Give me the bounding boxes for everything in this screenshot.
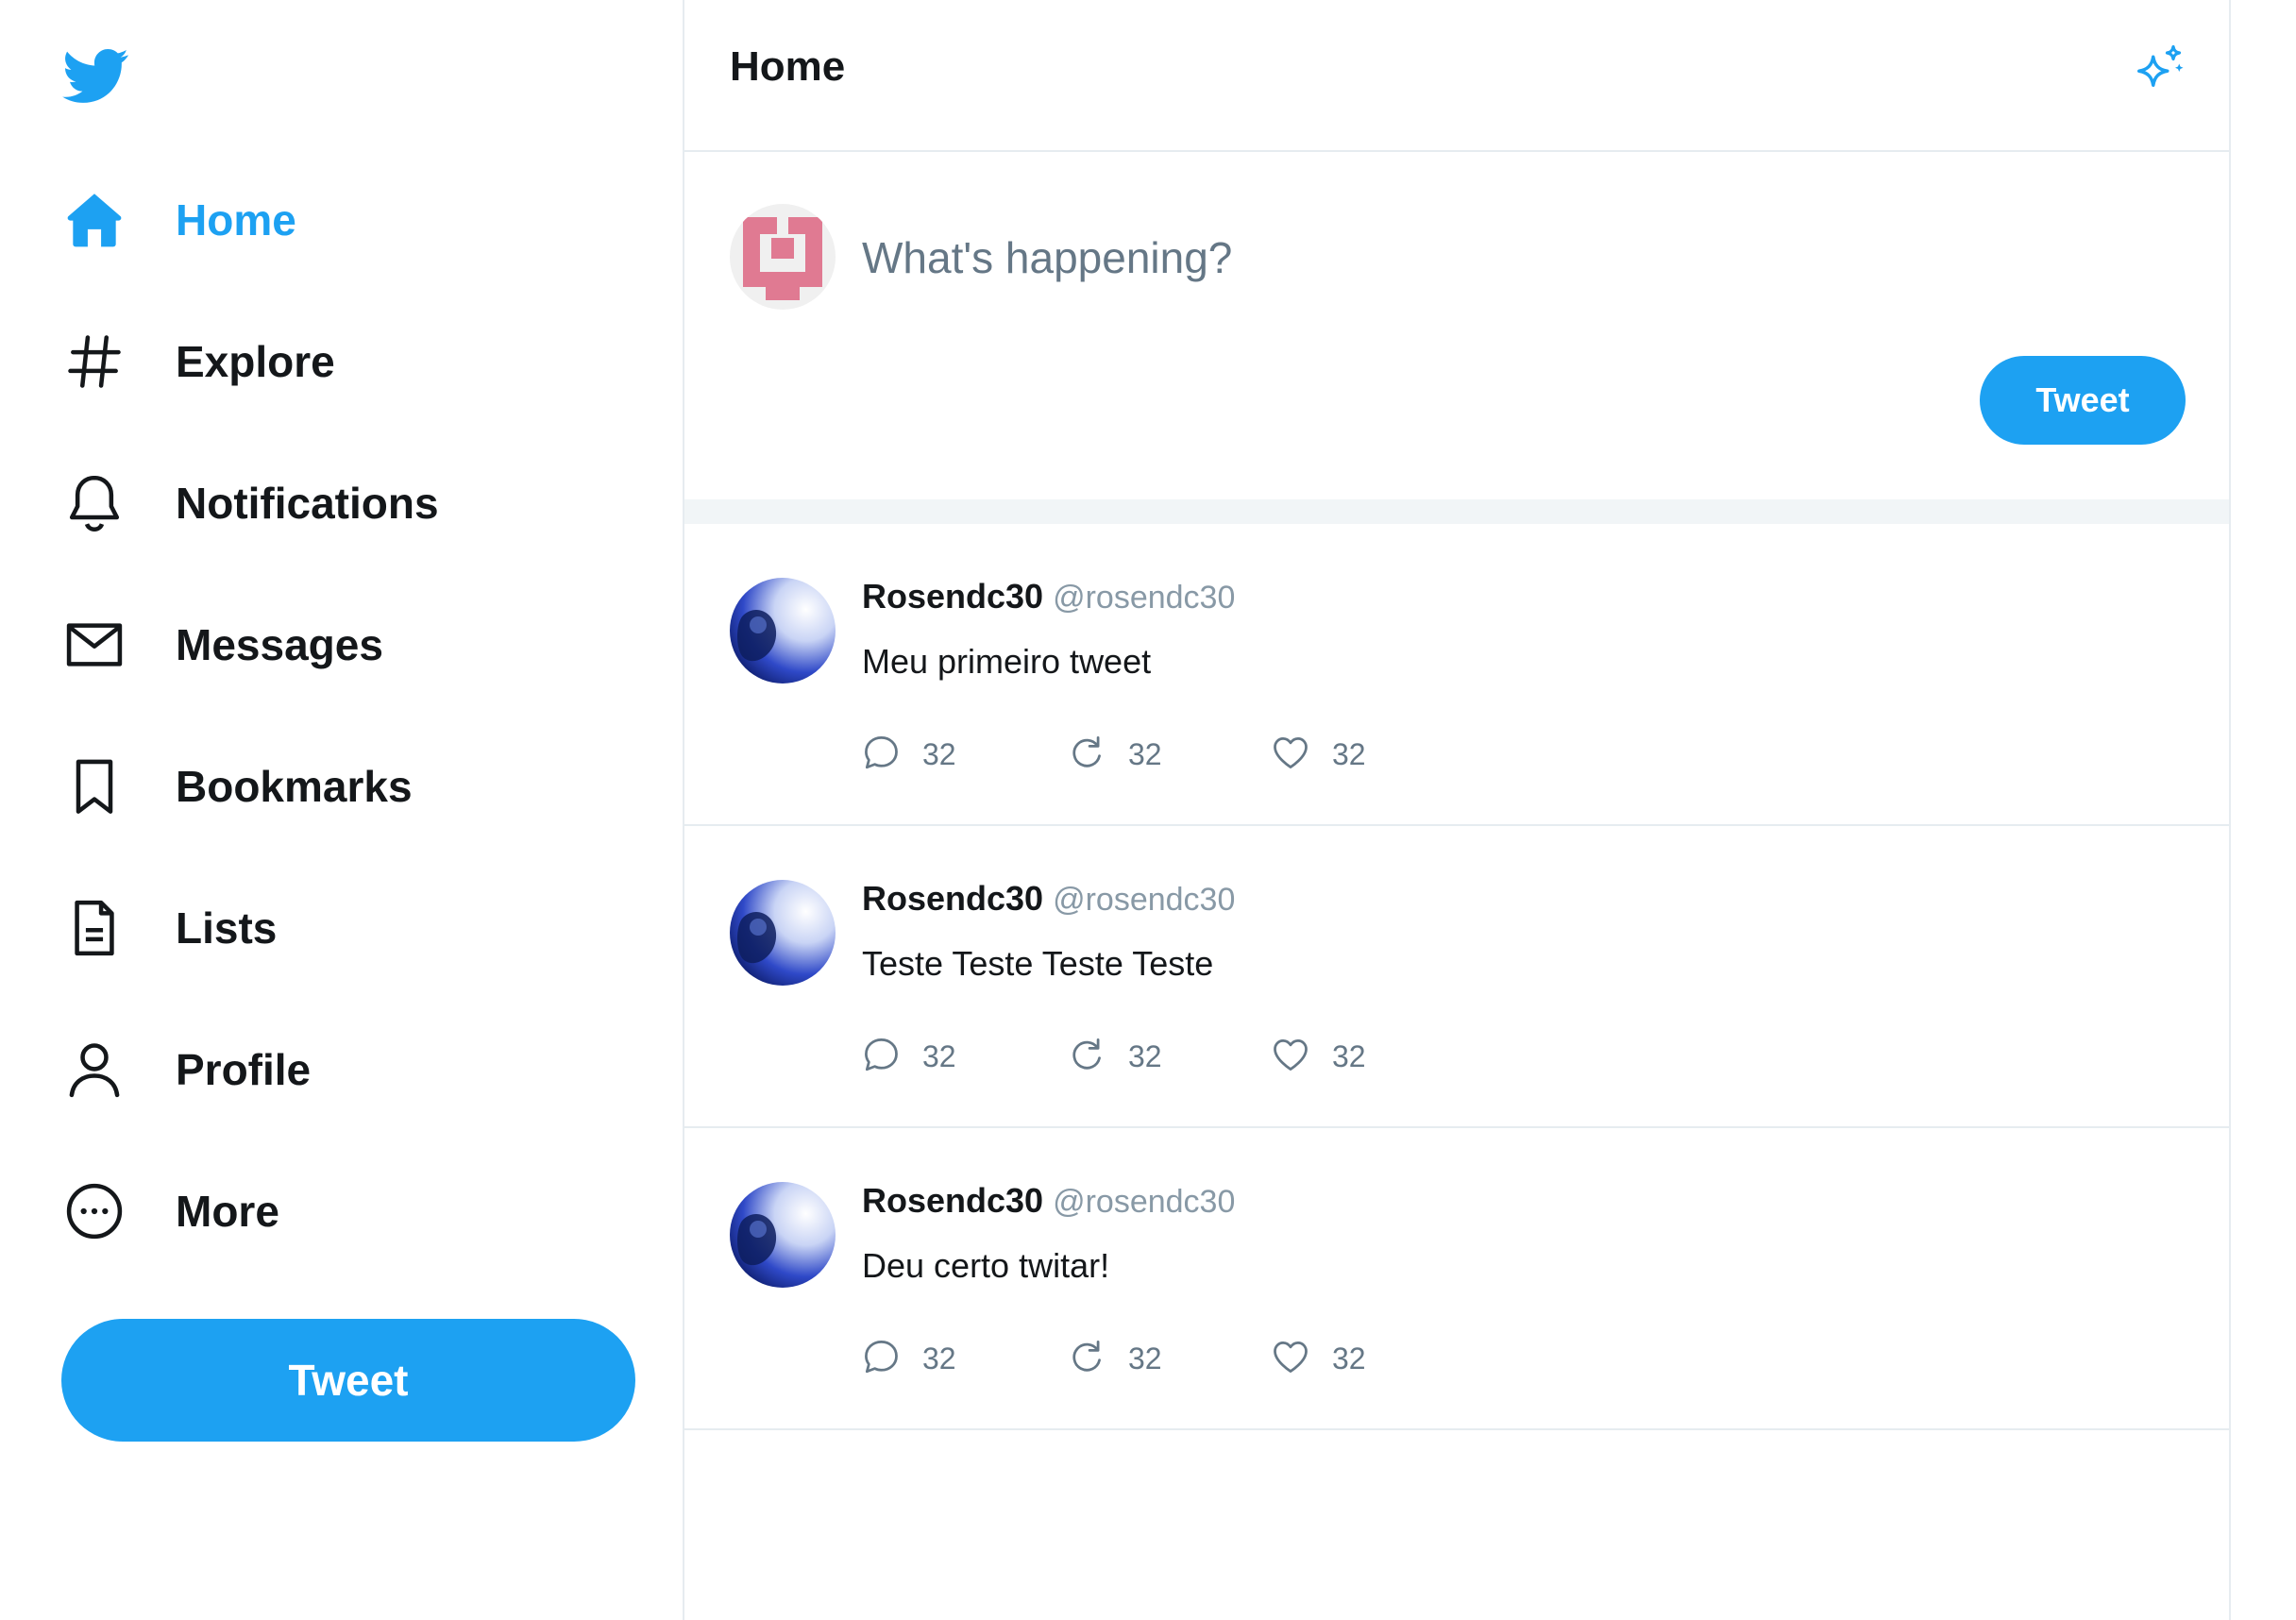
page-title: Home xyxy=(730,43,846,90)
avatar[interactable] xyxy=(730,204,836,310)
twitter-bird-icon[interactable] xyxy=(59,42,134,109)
sidebar-item-label: Profile xyxy=(176,1045,312,1094)
reply-count: 32 xyxy=(922,1038,956,1073)
retweet-icon xyxy=(1066,732,1107,778)
like-button[interactable]: 32 xyxy=(1270,732,1366,777)
compose-tweet-input[interactable] xyxy=(862,220,1900,295)
sidebar-item-messages[interactable]: Messages xyxy=(57,602,383,687)
retweet-count: 32 xyxy=(1128,736,1162,771)
avatar[interactable] xyxy=(730,880,836,986)
sidebar-item-label: Notifications xyxy=(176,479,439,528)
avatar[interactable] xyxy=(730,1182,836,1288)
sidebar-item-label: Bookmarks xyxy=(176,762,413,811)
tweet-author-handle[interactable]: @rosendc30 xyxy=(1053,1184,1235,1220)
like-button[interactable]: 32 xyxy=(1270,1034,1366,1079)
retweet-count: 32 xyxy=(1128,1038,1162,1073)
reply-icon xyxy=(860,1034,902,1080)
heart-icon xyxy=(1270,732,1311,778)
sparkle-icon[interactable] xyxy=(2131,42,2187,98)
tweet[interactable]: Rosendc30 @rosendc30 Meu primeiro tweet 3… xyxy=(684,524,2229,826)
retweet-button[interactable]: 32 xyxy=(1066,1336,1162,1381)
home-icon xyxy=(57,182,132,258)
avatar[interactable] xyxy=(730,578,836,683)
tweet-text: Deu certo twitar! xyxy=(862,1246,1110,1285)
tweet-text: Meu primeiro tweet xyxy=(862,642,1152,681)
hashtag-icon xyxy=(57,324,132,399)
like-count: 32 xyxy=(1332,736,1366,771)
like-count: 32 xyxy=(1332,1038,1366,1073)
reply-button[interactable]: 32 xyxy=(860,1034,956,1079)
bookmark-icon xyxy=(57,749,132,824)
more-circle-icon xyxy=(57,1173,132,1249)
tweet-actions: 32 32 32 xyxy=(860,732,1521,777)
tweet-actions: 32 32 32 xyxy=(860,1336,1521,1381)
sidebar-item-home[interactable]: Home xyxy=(57,177,296,262)
heart-icon xyxy=(1270,1034,1311,1080)
tweet-header: Rosendc30 @rosendc30 xyxy=(862,1181,1235,1221)
retweet-icon xyxy=(1066,1336,1107,1382)
retweet-button[interactable]: 32 xyxy=(1066,732,1162,777)
user-icon xyxy=(57,1032,132,1107)
reply-button[interactable]: 32 xyxy=(860,732,956,777)
sidebar-item-notifications[interactable]: Notifications xyxy=(57,461,439,546)
reply-count: 32 xyxy=(922,1341,956,1375)
sidebar-item-explore[interactable]: Explore xyxy=(57,319,335,404)
bell-icon xyxy=(57,465,132,541)
page-header: Home xyxy=(684,0,2229,152)
section-divider xyxy=(684,499,2229,524)
sidebar-tweet-button[interactable]: Tweet xyxy=(61,1319,635,1442)
list-document-icon xyxy=(57,890,132,966)
sidebar-item-label: Home xyxy=(176,195,296,245)
tweet-actions: 32 32 32 xyxy=(860,1034,1521,1079)
main-column: Home What's happening? Tweet Rosendc30 @… xyxy=(683,0,2231,1620)
tweet-author-handle[interactable]: @rosendc30 xyxy=(1053,580,1235,616)
tweet[interactable]: Rosendc30 @rosendc30 Teste Teste Teste Te… xyxy=(684,826,2229,1128)
sidebar-item-lists[interactable]: Lists xyxy=(57,886,277,970)
sidebar-item-profile[interactable]: Profile xyxy=(57,1027,311,1112)
heart-icon xyxy=(1270,1336,1311,1382)
sidebar-item-label: Explore xyxy=(176,337,335,386)
reply-button[interactable]: 32 xyxy=(860,1336,956,1381)
compose-tweet-button[interactable]: Tweet xyxy=(1980,356,2186,445)
sidebar-item-label: Lists xyxy=(176,903,278,953)
like-count: 32 xyxy=(1332,1341,1366,1375)
sidebar-item-label: Messages xyxy=(176,620,383,669)
reply-icon xyxy=(860,732,902,778)
sidebar: Home Explore Notifications Messages Book… xyxy=(0,0,683,1620)
retweet-button[interactable]: 32 xyxy=(1066,1034,1162,1079)
sidebar-item-bookmarks[interactable]: Bookmarks xyxy=(57,744,413,829)
tweet-text: Teste Teste Teste Teste xyxy=(862,944,1214,983)
reply-count: 32 xyxy=(922,736,956,771)
tweet-author-name[interactable]: Rosendc30 xyxy=(862,879,1043,918)
tweet-author-name[interactable]: Rosendc30 xyxy=(862,1181,1043,1220)
retweet-icon xyxy=(1066,1034,1107,1080)
tweet[interactable]: Rosendc30 @rosendc30 Deu certo twitar! 32… xyxy=(684,1128,2229,1430)
like-button[interactable]: 32 xyxy=(1270,1336,1366,1381)
tweet-header: Rosendc30 @rosendc30 xyxy=(862,577,1235,616)
tweet-header: Rosendc30 @rosendc30 xyxy=(862,879,1235,919)
reply-icon xyxy=(860,1336,902,1382)
tweet-feed: Rosendc30 @rosendc30 Meu primeiro tweet 3… xyxy=(684,524,2229,1430)
tweet-author-name[interactable]: Rosendc30 xyxy=(862,577,1043,616)
envelope-icon xyxy=(57,607,132,683)
sidebar-item-more[interactable]: More xyxy=(57,1169,279,1254)
tweet-author-handle[interactable]: @rosendc30 xyxy=(1053,882,1235,918)
tweet-composer: Tweet xyxy=(684,152,2229,499)
sidebar-item-label: More xyxy=(176,1187,279,1236)
retweet-count: 32 xyxy=(1128,1341,1162,1375)
